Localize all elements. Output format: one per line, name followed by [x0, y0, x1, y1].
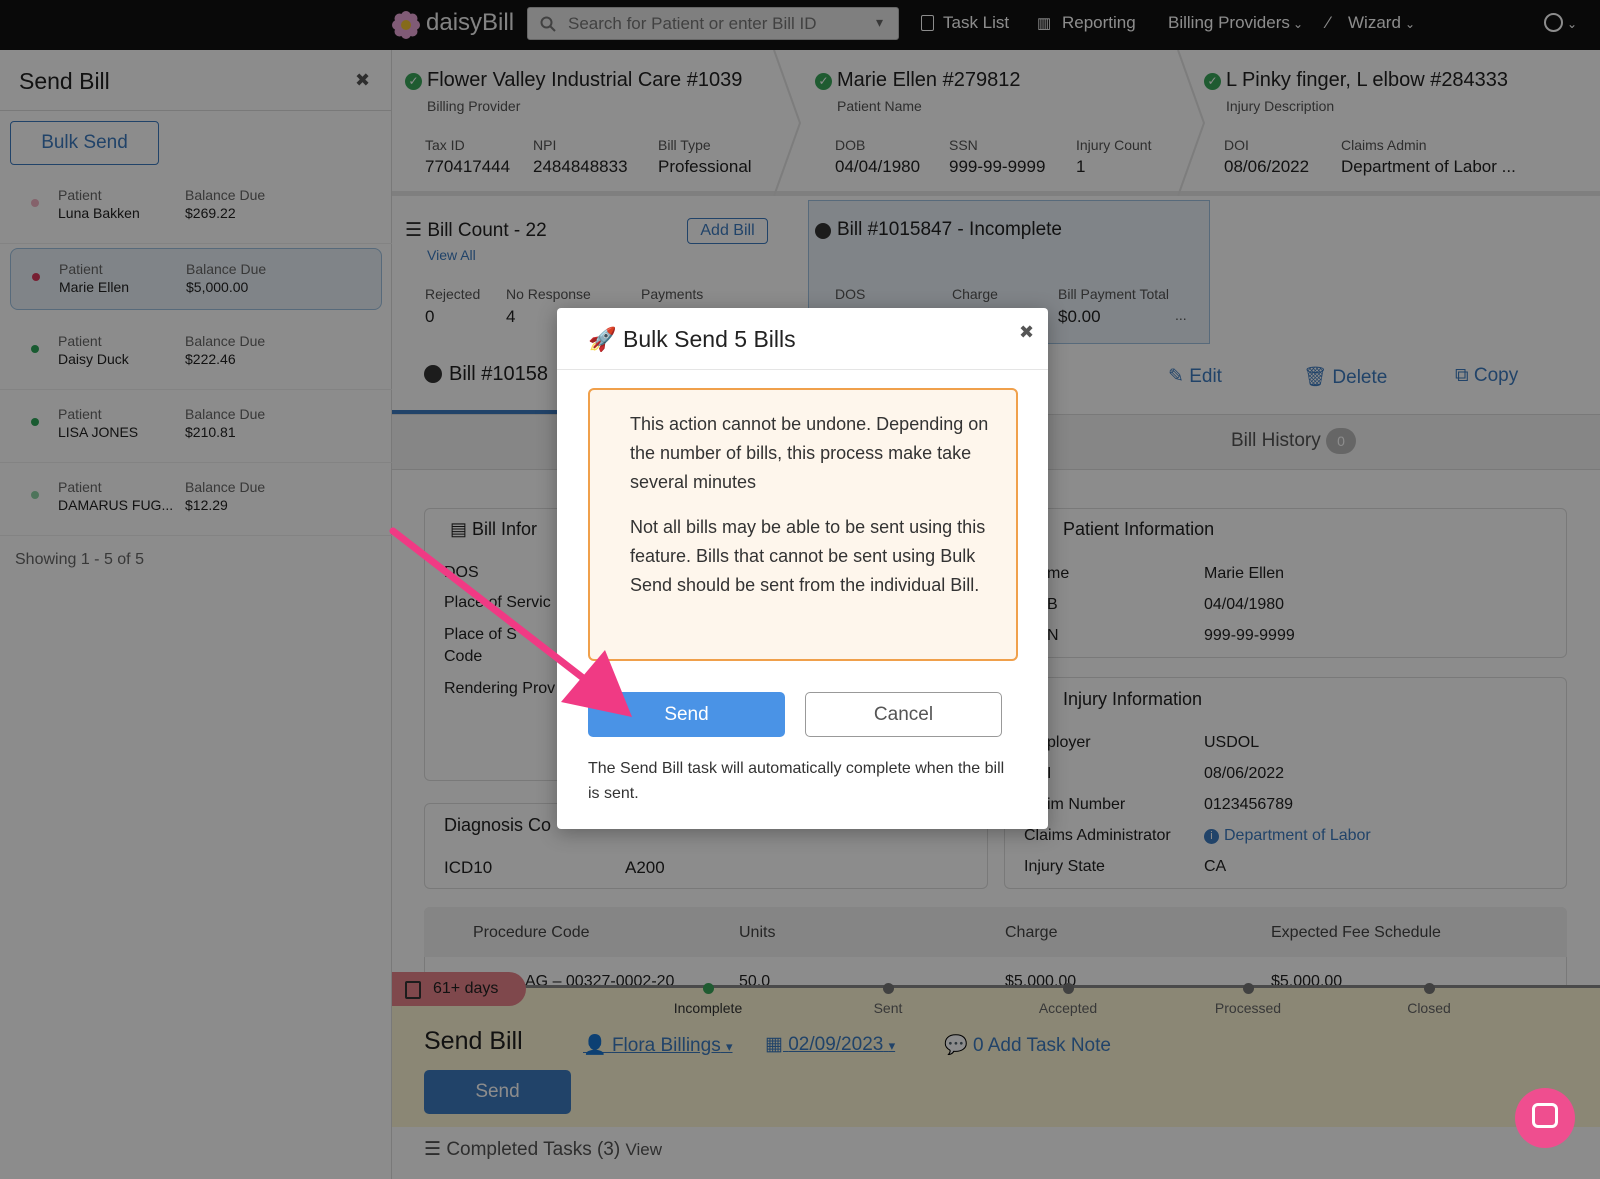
chat-icon — [1532, 1103, 1558, 1128]
chat-launcher-button[interactable] — [1515, 1088, 1575, 1148]
page: daisyBill ▾ Task List ▥ Reporting Billin… — [0, 0, 1600, 1179]
annotation-arrow — [389, 527, 632, 717]
